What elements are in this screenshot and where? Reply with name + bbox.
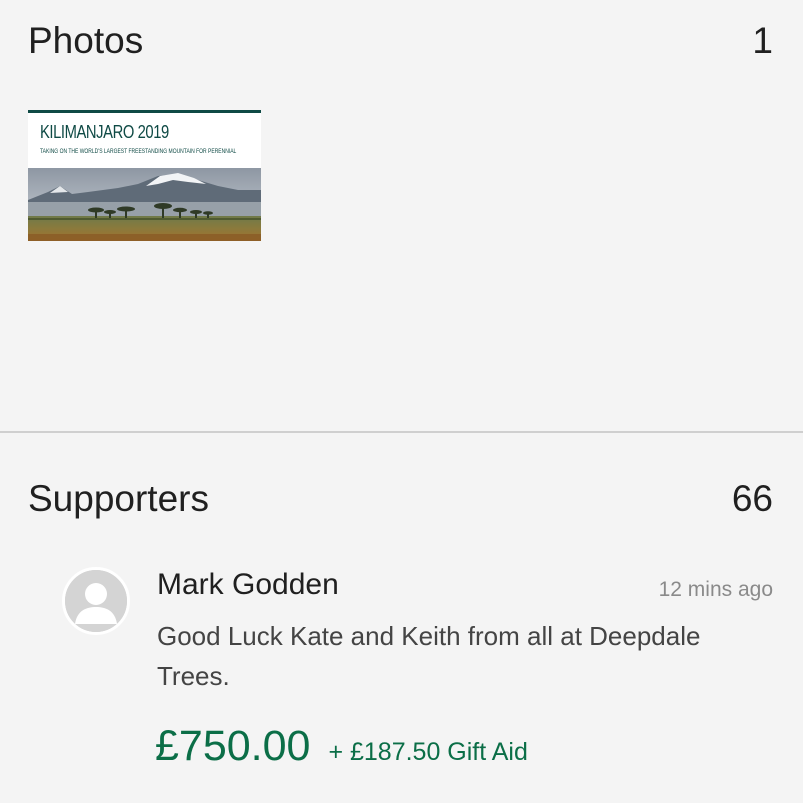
avatar bbox=[62, 567, 130, 635]
photo-thumbnail-subtitle: TAKING ON THE WORLD'S LARGEST FREESTANDI… bbox=[40, 148, 237, 155]
supporters-count: 66 bbox=[731, 478, 773, 519]
supporter-name: Mark Godden bbox=[157, 568, 339, 601]
user-placeholder-icon bbox=[65, 570, 127, 632]
section-divider bbox=[0, 431, 803, 433]
donation-amount: £750.00 bbox=[155, 722, 311, 770]
gift-aid-amount: + £187.50 Gift Aid bbox=[328, 738, 528, 766]
photo-thumbnail-title: KILIMANJARO 2019 bbox=[40, 122, 169, 142]
photos-header: Photos 1 bbox=[28, 20, 773, 62]
supporter-message: Good Luck Kate and Keith from all at Dee… bbox=[157, 621, 701, 691]
supporters-header: Supporters 66 bbox=[28, 478, 773, 520]
photo-thumbnail[interactable]: KILIMANJARO 2019 TAKING ON THE WORLD'S L… bbox=[28, 110, 261, 241]
fundraising-page: Photos 1 KILIMANJARO 2019 TAKING ON THE … bbox=[0, 0, 803, 803]
supporters-title: Supporters bbox=[28, 478, 209, 519]
photos-count: 1 bbox=[752, 20, 773, 61]
photos-title: Photos bbox=[28, 20, 144, 61]
supporter-timestamp: 12 mins ago bbox=[658, 578, 773, 601]
mountain-landscape-image bbox=[28, 168, 261, 241]
donation-amount-row: £750.00 + £187.50 Gift Aid bbox=[155, 722, 528, 771]
